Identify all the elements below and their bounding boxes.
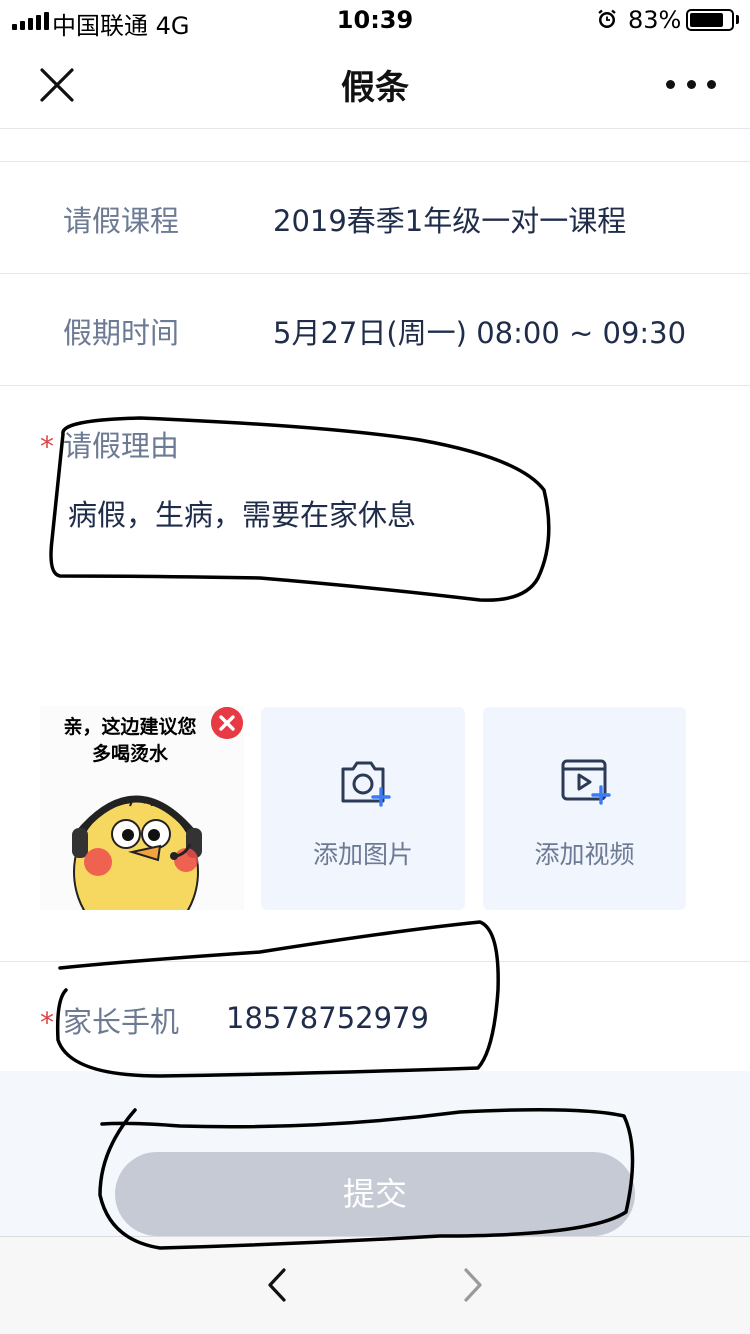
course-label: 请假课程 bbox=[63, 204, 180, 238]
row-divider bbox=[0, 273, 750, 274]
add-video-label: 添加视频 bbox=[534, 840, 635, 869]
course-value: 2019春季1年级一对一课程 bbox=[273, 204, 627, 238]
alarm-clock-icon bbox=[598, 9, 616, 28]
back-arrow-icon[interactable] bbox=[258, 1262, 294, 1308]
status-bar: 中国联通 4G 10:39 83% bbox=[0, 0, 750, 40]
page-title: 假条 bbox=[341, 68, 409, 108]
required-mark: * bbox=[40, 1006, 54, 1039]
sticker-caption: 亲，这边建议您 多喝烫水 bbox=[63, 716, 197, 765]
phone-input[interactable]: 18578752979 bbox=[226, 1001, 429, 1035]
period-label: 假期时间 bbox=[63, 316, 180, 350]
battery-tip bbox=[736, 15, 739, 24]
sticker-image[interactable]: 亲，这边建议您 多喝烫水 bbox=[40, 706, 244, 910]
browser-toolbar bbox=[0, 1236, 750, 1334]
required-mark: * bbox=[40, 430, 54, 463]
add-video-button[interactable]: 添加视频 bbox=[483, 707, 686, 910]
add-image-label: 添加图片 bbox=[312, 840, 413, 869]
section-divider bbox=[0, 161, 750, 162]
add-image-button[interactable]: 添加图片 bbox=[261, 707, 465, 910]
reason-label: 请假理由 bbox=[63, 429, 180, 463]
phone-label: 家长手机 bbox=[63, 1005, 180, 1039]
video-add-icon bbox=[561, 759, 611, 805]
chick-illustration bbox=[72, 795, 202, 910]
reason-textarea[interactable]: 病假，生病，需要在家休息 bbox=[68, 492, 688, 642]
period-value: 5月27日(周一) 08:00 ~ 09:30 bbox=[273, 316, 687, 350]
row-divider bbox=[0, 385, 750, 386]
more-dots-icon[interactable] bbox=[666, 66, 716, 102]
submit-button[interactable]: 提交 bbox=[115, 1152, 635, 1236]
forward-arrow-icon[interactable] bbox=[456, 1262, 492, 1308]
battery-icon bbox=[686, 9, 734, 31]
row-divider bbox=[0, 961, 750, 962]
remove-attachment-icon[interactable] bbox=[211, 707, 243, 739]
camera-add-icon bbox=[341, 761, 391, 807]
battery-percent: 83% bbox=[628, 6, 682, 34]
nav-divider bbox=[0, 128, 750, 129]
